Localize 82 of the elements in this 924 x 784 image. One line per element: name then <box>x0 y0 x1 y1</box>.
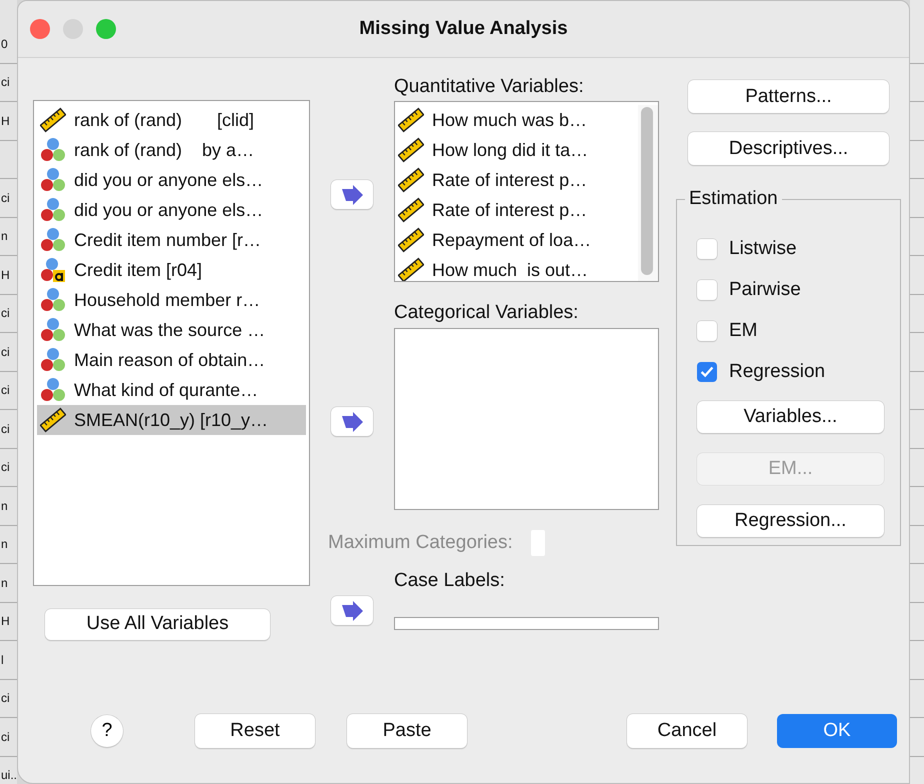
quantitative-list[interactable]: How much was b… How long did it ta… Rate of interest p… Rate of interest p… Repayment of loa… How much is out… <box>394 101 659 282</box>
balls-icon <box>40 197 66 223</box>
dialog-button[interactable]: Descriptives... <box>688 132 889 165</box>
variable-item[interactable]: did you or anyone els… <box>37 195 306 225</box>
sheet-cell-text: H <box>1 268 10 282</box>
sheet-cell-text: n <box>1 229 8 244</box>
sheet-cell-text: n <box>1 498 8 513</box>
balls-icon <box>40 167 66 193</box>
variable-item[interactable]: rank of (rand) [clid] <box>37 105 306 135</box>
variable-item[interactable]: Rate of interest p… <box>395 195 638 225</box>
close-button[interactable] <box>30 19 50 39</box>
sheet-cell-text: l <box>1 652 4 667</box>
dialog-button[interactable]: Variables... <box>697 401 884 433</box>
variable-item[interactable]: Credit item number [r… <box>37 225 306 255</box>
variable-item[interactable]: Main reason of obtain… <box>37 345 306 375</box>
variable-item[interactable]: Household member r… <box>37 285 306 315</box>
dialog-button[interactable]: Patterns... <box>688 80 889 113</box>
sheet-cell-text: ci <box>1 190 10 205</box>
zoom-button[interactable] <box>96 19 116 39</box>
move-right-button[interactable] <box>331 180 373 209</box>
categorical-label: Categorical Variables: <box>394 302 580 324</box>
variable-item[interactable]: How much is out… <box>395 255 638 281</box>
checkbox-label: EM <box>729 320 758 342</box>
variable-item[interactable]: Repayment of loa… <box>395 225 638 255</box>
move-right-button[interactable] <box>331 596 373 625</box>
maximum-categories-label: Maximum Categories: <box>328 532 513 554</box>
help-button[interactable]: ? <box>91 715 123 747</box>
sheet-cell-text: ci <box>1 383 10 398</box>
checkbox-label: Regression <box>729 361 826 383</box>
balls-icon <box>40 287 66 313</box>
sheet-cell-text: ci <box>1 730 10 744</box>
balls-icon <box>40 137 66 163</box>
checkbox[interactable] <box>697 280 717 300</box>
balls-icon <box>40 317 66 343</box>
use-all-variables-button[interactable]: Use All Variables <box>45 608 270 640</box>
checkbox-label: Pairwise <box>729 279 801 301</box>
sheet-cell-text: ci <box>1 306 10 320</box>
sheet-cell-text: n <box>1 537 8 552</box>
categorical-list[interactable] <box>394 328 659 510</box>
sheet-cell-text: ci <box>1 691 10 706</box>
sheet-cell-text: ui.. <box>1 768 18 782</box>
sheet-cell-text: H <box>1 614 10 628</box>
quantitative-label: Quantitative Variables: <box>394 76 585 98</box>
checkbox-label: Listwise <box>729 238 797 260</box>
sheet-cell-text: 0 <box>1 36 8 51</box>
move-right-button[interactable] <box>331 407 373 436</box>
checkbox[interactable] <box>697 362 717 382</box>
variable-item[interactable]: did you or anyone els… <box>37 165 306 195</box>
sheet-cell-text: ci <box>1 344 10 359</box>
ruler-icon <box>40 407 66 433</box>
checkbox[interactable] <box>697 321 717 341</box>
sheet-cell-text: n <box>1 576 8 590</box>
sheet-cell-text: ci <box>1 460 10 474</box>
arrow-icon <box>340 412 364 432</box>
checkbox[interactable] <box>697 239 717 259</box>
variable-item[interactable]: What was the source … <box>37 315 306 345</box>
arrow-icon <box>340 600 364 620</box>
variable-item[interactable]: How much was b… <box>395 105 638 135</box>
dialog-button[interactable]: Cancel <box>627 714 747 748</box>
sheet-cell-text: H <box>1 114 10 128</box>
sheet-cell-text: ci <box>1 75 10 90</box>
variable-item[interactable]: How long did it ta… <box>395 135 638 165</box>
variable-item[interactable]: SMEAN(r10_y) [r10_y… <box>37 405 306 435</box>
balls-icon <box>40 227 66 253</box>
variable-item[interactable]: rank of (rand) by a… <box>37 135 306 165</box>
variable-item[interactable]: Credit item [r04] <box>37 255 306 285</box>
variable-item[interactable]: What kind of qurante… <box>37 375 306 405</box>
balls-tag-icon <box>40 257 66 283</box>
window-title: Missing Value Analysis <box>359 18 568 40</box>
balls-icon <box>40 347 66 373</box>
scrollbar-thumb[interactable] <box>641 107 653 275</box>
arrow-icon <box>340 184 364 204</box>
dialog-button[interactable]: OK <box>777 714 897 748</box>
variable-list[interactable] <box>33 100 310 586</box>
dialog-button[interactable]: Paste <box>347 714 467 748</box>
balls-icon <box>40 377 66 403</box>
sheet-cell-text: ci <box>1 422 10 436</box>
case-labels-field[interactable] <box>394 617 659 630</box>
dialog-button[interactable]: Reset <box>195 714 315 748</box>
dialog-button[interactable]: Regression... <box>697 505 884 537</box>
case-labels-label: Case Labels: <box>394 570 506 592</box>
variable-item[interactable]: Rate of interest p… <box>395 165 638 195</box>
